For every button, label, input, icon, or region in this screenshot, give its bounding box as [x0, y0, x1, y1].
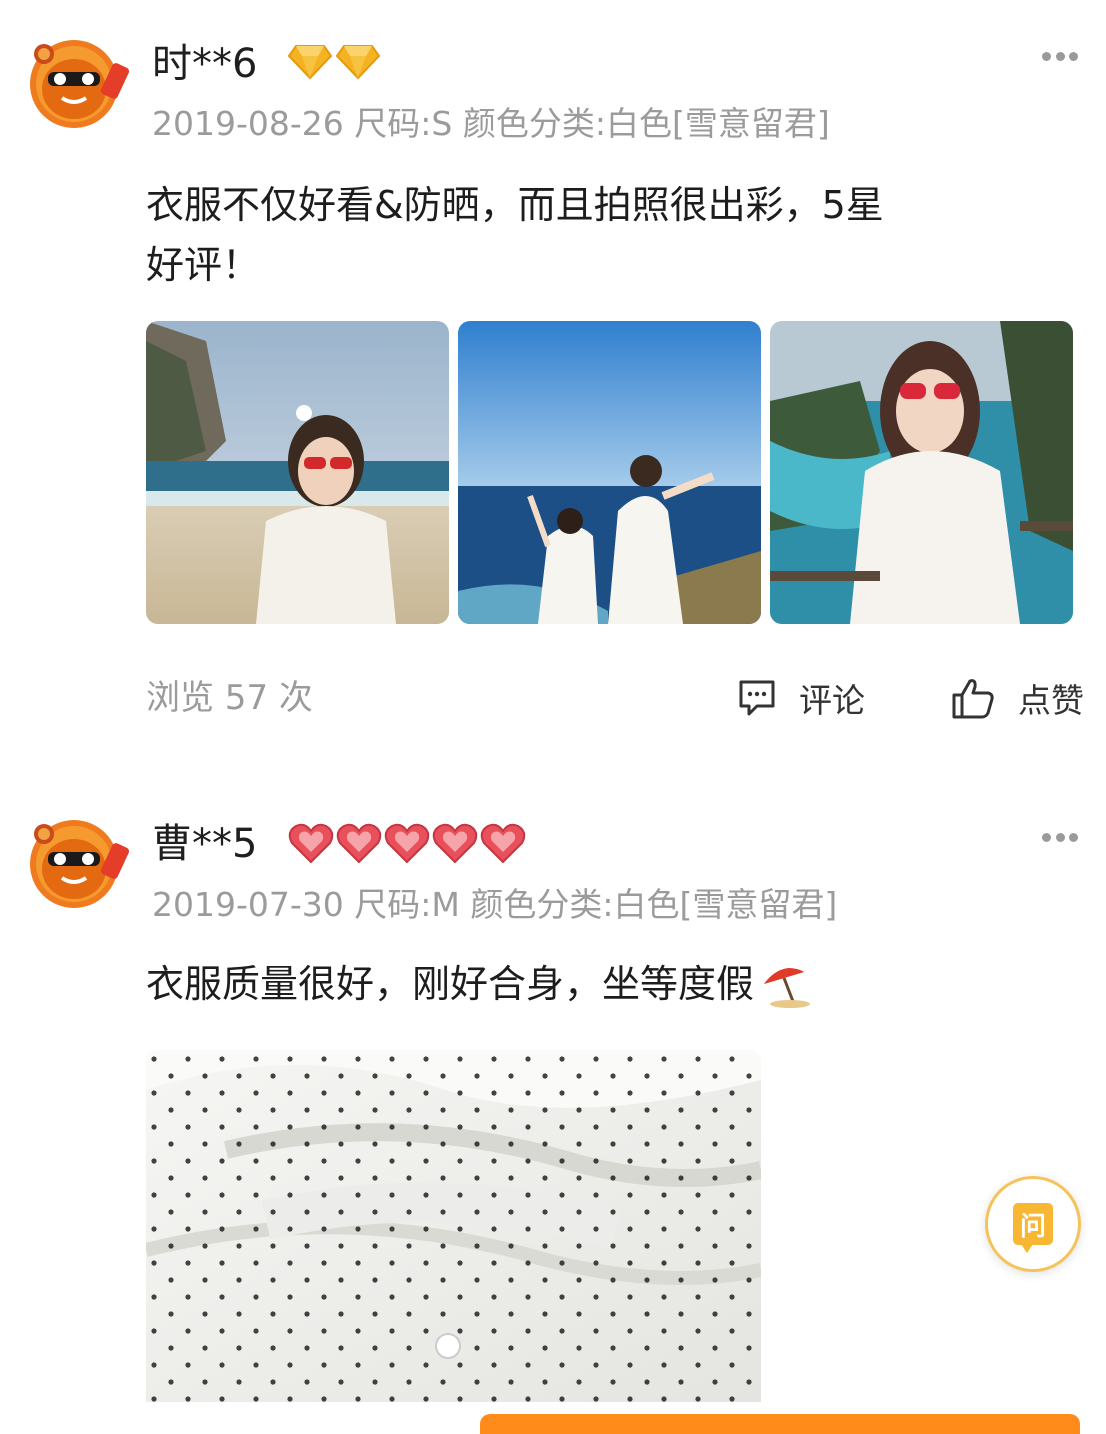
like-button[interactable]: 点赞: [950, 674, 1084, 722]
heart-icon: [432, 823, 478, 864]
thumbs-up-icon: [952, 679, 994, 719]
review-text-line: 衣服质量很好，刚好合身，坐等度假: [146, 962, 755, 1006]
review-size: 尺码:S: [354, 104, 453, 143]
review-text: 衣服不仅好看&防晒，而且拍照很出彩，5星 好评！: [146, 175, 1026, 295]
review-meta: 2019-08-26 尺码:S 颜色分类:白色[雪意留君]: [152, 102, 830, 146]
review-color: 颜色分类:白色[雪意留君]: [462, 104, 830, 143]
comment-icon: [739, 680, 775, 716]
heart-icon: [480, 823, 526, 864]
heart-icon: [336, 823, 382, 864]
heart-icon: [288, 823, 334, 864]
review-text-line: 好评！: [146, 243, 261, 287]
more-options-icon[interactable]: [1042, 50, 1078, 62]
view-count: 浏览 57 次: [146, 678, 313, 718]
cliff-selfie-photo[interactable]: [770, 321, 1073, 624]
review-card: 时**6 2019-08-26 尺码:S 颜色分类:白色[雪意留君] 衣服不仅好…: [0, 0, 1106, 760]
username: 时**6: [152, 41, 258, 87]
ask-label: 问: [1019, 1211, 1046, 1242]
avatar[interactable]: [22, 34, 130, 128]
user-level-badges: [288, 44, 380, 80]
heart-icon: [384, 823, 430, 864]
dress-closeup-photo[interactable]: [146, 1050, 761, 1402]
review-meta: 2019-07-30 尺码:M 颜色分类:白色[雪意留君]: [152, 883, 837, 927]
comment-label: 评论: [799, 681, 865, 720]
review-size: 尺码:M: [354, 885, 460, 924]
ask-icon: 问: [1013, 1203, 1053, 1253]
review-color: 颜色分类:白色[雪意留君]: [470, 885, 838, 924]
review-card: 曹**5 2019-07-30 尺码:M 颜色分类:白色[雪意留君] 衣服质量很…: [0, 780, 1106, 1422]
username: 曹**5: [152, 821, 258, 867]
beach-photo[interactable]: [146, 321, 449, 624]
ocean-cliff-photo[interactable]: [458, 321, 761, 624]
diamond-icon: [336, 45, 380, 80]
umbrella-on-ground-icon: [764, 968, 811, 1008]
more-options-icon[interactable]: [1042, 831, 1078, 843]
like-label: 点赞: [1018, 681, 1084, 720]
comment-button[interactable]: 评论: [737, 674, 865, 722]
review-text-line: 衣服不仅好看&防晒，而且拍照很出彩，5星: [146, 183, 884, 227]
review-date: 2019-07-30: [152, 885, 344, 924]
review-date: 2019-08-26: [152, 104, 344, 143]
user-level-badges: [288, 822, 526, 864]
diamond-icon: [288, 45, 332, 80]
avatar[interactable]: [22, 814, 130, 908]
bottom-action-bar[interactable]: [480, 1414, 1080, 1434]
ask-question-button[interactable]: 问: [985, 1176, 1081, 1272]
review-text: 衣服质量很好，刚好合身，坐等度假: [146, 954, 1026, 1014]
